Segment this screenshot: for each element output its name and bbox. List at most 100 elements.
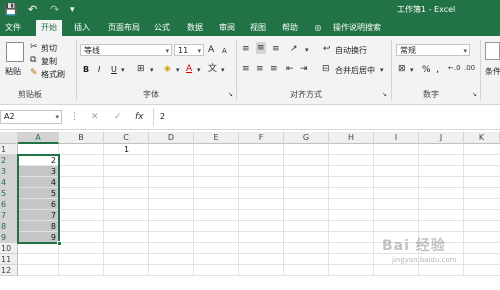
dialog-launcher-icon[interactable]: ↘ xyxy=(228,89,233,101)
row-header[interactable]: 7 xyxy=(0,210,18,221)
column-header[interactable]: K xyxy=(464,132,500,144)
ribbon: 粘贴 ✂ 剪切 ⧉ 复制 ✎ 格式刷 剪贴板 等线 ▾ 11 ▾ A A B I… xyxy=(0,36,500,105)
conditional-format-button[interactable]: 条件 xyxy=(485,66,500,77)
row-header[interactable]: 9 xyxy=(0,232,18,243)
grow-font-button[interactable]: A xyxy=(208,45,214,55)
font-size-select[interactable]: 11 ▾ xyxy=(174,44,204,56)
tell-me-search[interactable]: 操作说明搜索 xyxy=(326,20,388,36)
tab-page-layout[interactable]: 页面布局 xyxy=(104,20,144,36)
conditional-format-icon[interactable] xyxy=(485,42,500,60)
row-header[interactable]: 6 xyxy=(0,199,18,210)
fill-color-icon[interactable]: ◈ xyxy=(164,63,171,75)
cut-button[interactable]: 剪切 xyxy=(41,43,57,54)
cancel-icon[interactable]: ✕ xyxy=(91,111,99,123)
align-center-icon[interactable]: ≡ xyxy=(256,63,264,75)
shrink-font-button[interactable]: A xyxy=(222,47,227,55)
currency-icon[interactable]: ⊠ xyxy=(398,63,406,75)
column-header[interactable]: J xyxy=(419,132,464,144)
customize-toolbar-icon[interactable]: ▾ xyxy=(70,3,75,17)
chevron-down-icon[interactable]: ▾ xyxy=(176,64,180,76)
increase-decimal-icon[interactable]: ←.0 xyxy=(448,62,461,74)
chevron-down-icon[interactable]: ▾ xyxy=(121,64,125,76)
tab-file[interactable]: 文件 xyxy=(2,20,24,36)
align-bottom-icon[interactable]: ≡ xyxy=(272,43,280,55)
dialog-launcher-icon[interactable]: ↘ xyxy=(472,89,477,101)
percent-button[interactable]: % xyxy=(422,65,431,75)
lightbulb-icon: ◎ xyxy=(314,23,322,32)
tab-view[interactable]: 视图 xyxy=(246,20,270,36)
tab-help[interactable]: 帮助 xyxy=(278,20,302,36)
column-header[interactable]: H xyxy=(329,132,374,144)
column-header[interactable]: A xyxy=(18,132,59,144)
chevron-down-icon[interactable]: ▾ xyxy=(150,64,154,76)
row-header[interactable]: 11 xyxy=(0,254,18,265)
decrease-indent-icon[interactable]: ⇤ xyxy=(286,63,294,75)
column-header[interactable]: B xyxy=(59,132,104,144)
fill-handle[interactable] xyxy=(57,241,62,246)
row-header[interactable]: 10 xyxy=(0,243,18,254)
insert-function-icon[interactable]: fx xyxy=(135,111,144,123)
enter-icon[interactable]: ✓ xyxy=(114,111,122,123)
merge-center-button[interactable]: 合并后居中 xyxy=(335,65,375,76)
tab-review[interactable]: 审阅 xyxy=(215,20,239,36)
number-format-select[interactable]: 常规 ▾ xyxy=(396,44,470,56)
align-top-icon[interactable]: ≡ xyxy=(242,43,250,55)
align-right-icon[interactable]: ≡ xyxy=(270,63,278,75)
font-color-button[interactable]: A xyxy=(186,64,192,74)
row-header[interactable]: 5 xyxy=(0,188,18,199)
row-header[interactable]: 8 xyxy=(0,221,18,232)
ribbon-tabs: 文件 开始 插入 页面布局 公式 数据 审阅 视图 帮助 ◎ 操作说明搜索 xyxy=(0,20,500,36)
comma-button[interactable]: , xyxy=(436,64,439,75)
tab-home[interactable]: 开始 xyxy=(36,20,62,36)
select-all-corner[interactable] xyxy=(0,132,18,144)
chevron-down-icon[interactable]: ▾ xyxy=(380,64,384,76)
undo-icon[interactable]: ↶ xyxy=(28,3,37,17)
chevron-down-icon[interactable]: ▾ xyxy=(197,64,201,76)
row-header[interactable]: 4 xyxy=(0,177,18,188)
group-divider xyxy=(480,40,481,100)
copy-button[interactable]: 复制 xyxy=(41,56,57,67)
row-header[interactable]: 1 xyxy=(0,144,18,155)
borders-icon[interactable]: ⊞ xyxy=(137,63,145,75)
orientation-icon[interactable]: ↗ xyxy=(290,43,298,55)
row-header[interactable]: 2 xyxy=(0,155,18,166)
worksheet-grid: A B C D E F G H I J K 1 2 3 4 5 6 7 8 9 … xyxy=(0,132,500,290)
chevron-down-icon[interactable]: ▾ xyxy=(305,44,309,56)
font-name-value: 等线 xyxy=(84,46,100,55)
italic-button[interactable]: I xyxy=(98,65,100,74)
font-name-select[interactable]: 等线 ▾ xyxy=(80,44,172,56)
column-header[interactable]: E xyxy=(194,132,239,144)
align-middle-icon[interactable]: ≡ xyxy=(256,42,266,54)
watermark-logo: Bai 经验 xyxy=(382,238,446,254)
bold-button[interactable]: B xyxy=(83,65,89,74)
dialog-launcher-icon[interactable]: ↘ xyxy=(382,89,387,101)
increase-indent-icon[interactable]: ⇥ xyxy=(300,63,308,75)
column-header[interactable]: F xyxy=(239,132,284,144)
phonetic-icon[interactable]: 文 xyxy=(208,63,217,75)
underline-button[interactable]: U xyxy=(111,65,117,74)
align-left-icon[interactable]: ≡ xyxy=(242,63,250,75)
name-box[interactable]: A2 ▾ xyxy=(0,110,62,124)
column-header[interactable]: D xyxy=(149,132,194,144)
paste-button[interactable]: 粘贴 xyxy=(5,66,21,77)
tab-data[interactable]: 数据 xyxy=(183,20,207,36)
formula-input[interactable]: 2 xyxy=(160,112,165,121)
chevron-down-icon[interactable]: ▾ xyxy=(410,64,414,76)
column-header[interactable]: I xyxy=(374,132,419,144)
chevron-down-icon[interactable]: ▾ xyxy=(221,64,225,76)
decrease-decimal-icon[interactable]: .00 xyxy=(464,62,475,74)
save-icon[interactable]: 💾 xyxy=(4,3,18,17)
redo-icon[interactable]: ↷ xyxy=(50,3,59,17)
wrap-text-button[interactable]: 自动换行 xyxy=(335,45,367,56)
column-header[interactable]: C xyxy=(104,132,149,144)
row-header[interactable]: 3 xyxy=(0,166,18,177)
tab-insert[interactable]: 插入 xyxy=(70,20,94,36)
row-header[interactable]: 12 xyxy=(0,265,18,276)
merge-center-icon: ⊟ xyxy=(322,64,330,74)
paste-icon[interactable] xyxy=(6,42,24,62)
tab-formulas[interactable]: 公式 xyxy=(150,20,174,36)
format-painter-button[interactable]: 格式刷 xyxy=(41,69,65,80)
column-header[interactable]: G xyxy=(284,132,329,144)
formula-divider xyxy=(153,108,154,126)
cell-C1[interactable]: 1 xyxy=(104,144,149,155)
